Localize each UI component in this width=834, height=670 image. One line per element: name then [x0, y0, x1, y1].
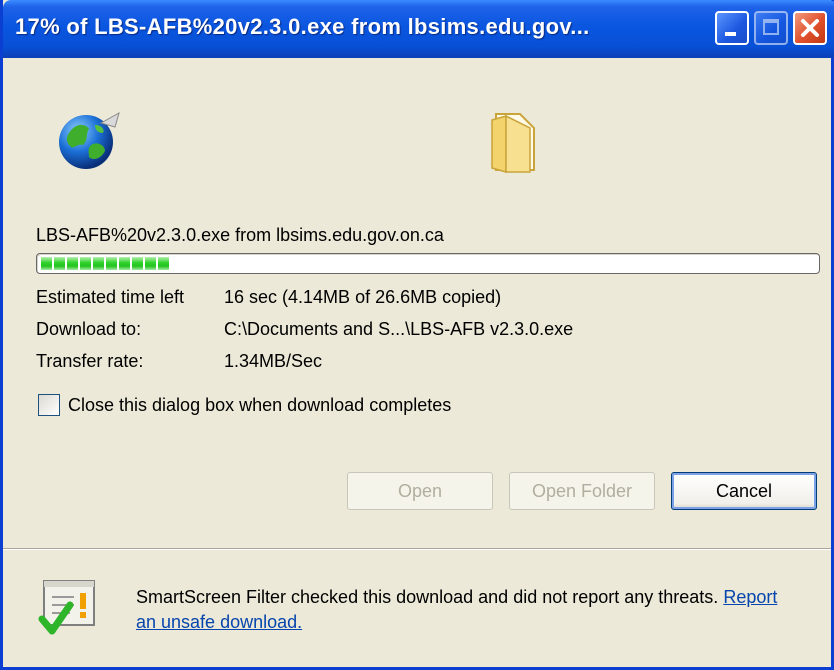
download-dialog: 17% of LBS-AFB%20v2.3.0.exe from lbsims.…	[0, 0, 834, 670]
progress-segment	[93, 257, 104, 270]
close-on-complete-checkbox[interactable]	[38, 394, 60, 416]
globe-icon	[59, 111, 120, 169]
maximize-button[interactable]	[754, 11, 788, 45]
progress-segment	[145, 257, 156, 270]
progress-segment	[54, 257, 65, 270]
progress-segment	[119, 257, 130, 270]
close-icon	[801, 19, 819, 37]
transfer-rate-label: Transfer rate:	[36, 351, 144, 371]
progress-fill	[41, 257, 171, 270]
smartscreen-message: SmartScreen Filter checked this download…	[136, 585, 796, 635]
download-source: LBS-AFB%20v2.3.0.exe from lbsims.edu.gov…	[36, 225, 444, 245]
close-button[interactable]	[793, 11, 827, 45]
smartscreen-check-icon	[38, 580, 95, 635]
estimated-time-label: Estimated time left	[36, 287, 185, 307]
progress-segment	[41, 257, 52, 270]
estimated-time-value: 16 sec (4.14MB of 26.6MB copied)	[224, 287, 502, 307]
progress-segment	[106, 257, 117, 270]
download-to-value: C:\Documents and S...\LBS-AFB v2.3.0.exe	[224, 319, 574, 339]
folder-icon	[491, 113, 535, 173]
progress-segment	[67, 257, 78, 270]
progress-segment	[80, 257, 91, 270]
window-title: 17% of LBS-AFB%20v2.3.0.exe from lbsims.…	[15, 14, 590, 39]
separator	[3, 548, 831, 550]
title-bar[interactable]: 17% of LBS-AFB%20v2.3.0.exe from lbsims.…	[3, 0, 834, 58]
download-to-label: Download to:	[36, 319, 142, 339]
progress-segment	[132, 257, 143, 270]
open-button[interactable]: Open	[347, 472, 493, 510]
transfer-rate-value: 1.34MB/Sec	[224, 351, 323, 371]
smartscreen-text: SmartScreen Filter checked this download…	[136, 587, 719, 607]
open-folder-button[interactable]: Open Folder	[509, 472, 655, 510]
progress-segment	[158, 257, 169, 270]
close-on-complete-label[interactable]: Close this dialog box when download comp…	[68, 395, 451, 416]
minimize-button[interactable]	[715, 11, 749, 45]
maximize-icon	[763, 19, 779, 35]
download-progress-bar	[36, 253, 820, 274]
cancel-button[interactable]: Cancel	[671, 472, 817, 510]
minimize-icon	[725, 32, 736, 36]
